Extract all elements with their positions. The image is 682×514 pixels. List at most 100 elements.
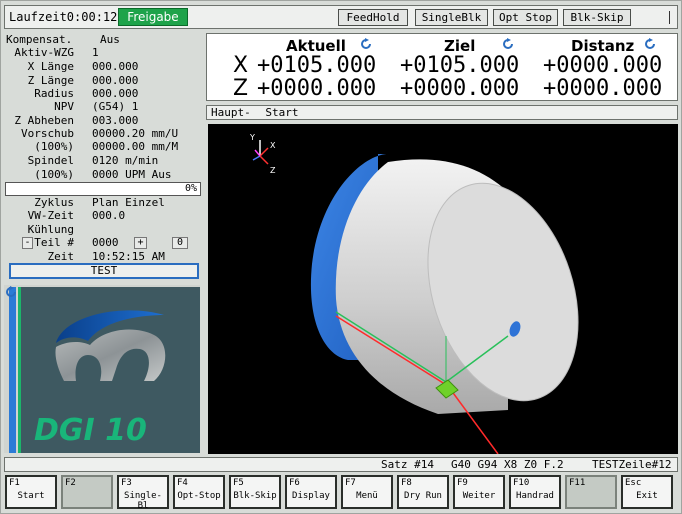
fkey-name: Weiter — [462, 491, 496, 501]
info-value: 10:52:15 AM — [92, 250, 165, 263]
fkey-f11[interactable]: F11 — [565, 475, 617, 509]
info-label: Kompensat. — [6, 33, 73, 46]
dro-axis-x: X — [233, 53, 249, 78]
refresh-icon[interactable] — [360, 38, 372, 53]
logo-panel: DGI 10 — [4, 285, 200, 453]
info-label: Zyklus — [34, 196, 74, 209]
info-row-x-length: X Länge 000.000 — [4, 60, 204, 73]
info-label: Aktiv-WZG — [14, 46, 74, 59]
test-button[interactable]: TEST — [9, 263, 199, 279]
fkey-label: Esc — [625, 478, 642, 488]
part-value: 0000 — [92, 236, 119, 249]
info-value: 000.000 — [92, 60, 139, 73]
refresh-icon[interactable] — [644, 38, 656, 53]
fkey-f6-display[interactable]: F6 Display — [285, 475, 337, 509]
info-row-cycle: Zyklus Plan Einzel — [4, 196, 204, 209]
runtime-label: Laufzeit0:00:12 — [9, 10, 118, 24]
dro-x-target: +0105.000 — [400, 53, 520, 78]
fkey-name: Dry Run — [404, 491, 442, 501]
status-block: Satz #14 — [381, 458, 434, 471]
fkey-label: F5 — [233, 478, 244, 488]
fkey-label: F10 — [513, 478, 530, 488]
part-plus-button[interactable]: + — [134, 237, 147, 249]
axis-triad: Y X Z — [249, 133, 276, 175]
info-label: Spindel — [27, 154, 74, 167]
fkey-f4-opt-stop[interactable]: F4 Opt-Stop — [173, 475, 225, 509]
info-row-npv: NPV (G54) 1 — [4, 100, 204, 113]
part-count-field[interactable]: 0 — [172, 237, 188, 249]
info-label: Vorschub — [21, 127, 74, 140]
fkey-label: F8 — [401, 478, 412, 488]
info-value: Aus — [100, 33, 120, 46]
info-row-compensation: Kompensat. Aus — [4, 33, 204, 46]
info-panel: Kompensat. Aus Aktiv-WZG 1 X Länge 000.0… — [4, 33, 204, 283]
progress-text: 0% — [184, 183, 197, 194]
fkey-f1-start[interactable]: F1 Start — [5, 475, 57, 509]
fkey-label: F7 — [345, 478, 356, 488]
fkey-label: F11 — [569, 478, 586, 488]
dgi-logo: DGI 10 — [9, 287, 200, 453]
fkey-label: F4 — [177, 478, 188, 488]
dro-panel: Aktuell Ziel Distanz X +0105.000 +0105.0… — [206, 33, 678, 101]
fkey-label: F9 — [457, 478, 468, 488]
program-state: Start — [265, 106, 299, 119]
toolpath-canvas: Y X Z — [249, 133, 579, 455]
info-label: (100%) — [34, 140, 74, 153]
dro-z-distance: +0000.000 — [543, 76, 663, 101]
fkey-name: Exit — [636, 491, 658, 501]
info-value: 1 — [92, 46, 99, 59]
info-label: Zeit — [47, 250, 75, 263]
info-label: NPV — [54, 100, 74, 113]
fkey-esc-exit[interactable]: Esc Exit — [621, 475, 673, 509]
info-row-z-length: Z Länge 000.000 — [4, 74, 204, 87]
status-program: TESTZeile#12 — [592, 458, 672, 471]
program-progress-bar: 0% — [5, 182, 201, 196]
info-row-feed: Vorschub 00000.20 mm/U — [4, 127, 204, 140]
axis-label-y: Y — [249, 133, 255, 142]
axis-label-z: Z — [270, 166, 276, 175]
dro-x-actual: +0105.000 — [257, 53, 377, 78]
info-value: 003.000 — [92, 114, 139, 127]
refresh-icon[interactable] — [5, 286, 17, 301]
fkey-name: Handrad — [516, 491, 554, 501]
fkey-f9-resume[interactable]: F9 Weiter — [453, 475, 505, 509]
fkey-name: Blk-Skip — [233, 491, 277, 501]
fkey-name: Start — [17, 491, 45, 501]
optstop-button[interactable]: Opt Stop — [493, 9, 558, 26]
info-value: 00000.20 mm/U — [92, 127, 179, 140]
fkey-f10-handwheel[interactable]: F10 Handrad — [509, 475, 561, 509]
part-counter-row: - Teil # 0000 + 0 — [4, 236, 204, 250]
fkey-name: Single-Bl — [124, 491, 162, 511]
fkey-name: Opt-Stop — [177, 491, 221, 501]
info-label: (100%) — [34, 168, 74, 181]
info-label: Kühlung — [27, 223, 74, 236]
enable-badge: Freigabe — [118, 8, 188, 26]
program-mode: Haupt- — [211, 106, 251, 119]
info-value: Plan Einzel — [92, 196, 165, 209]
fkey-name: Display — [292, 491, 330, 501]
info-row-tool: Aktiv-WZG 1 — [4, 46, 204, 59]
fkey-f5-blk-skip[interactable]: F5 Blk-Skip — [229, 475, 281, 509]
part-label: Teil # — [34, 236, 74, 249]
fkey-f2[interactable]: F2 — [61, 475, 113, 509]
refresh-icon[interactable] — [502, 38, 514, 53]
fkey-f8-dry-run[interactable]: F8 Dry Run — [397, 475, 449, 509]
toolpath-3d-view[interactable]: Y X Z — [208, 124, 678, 455]
feedhold-button[interactable]: FeedHold — [338, 9, 408, 26]
info-row-spindle: Spindel 0120 m/min — [4, 154, 204, 167]
info-label: VW-Zeit — [27, 209, 74, 222]
info-value: (G54) 1 — [92, 100, 139, 113]
fkey-f3-single-block[interactable]: F3 Single-Bl — [117, 475, 169, 511]
dro-x-distance: +0000.000 — [543, 53, 663, 78]
info-row-z-retract: Z Abheben 003.000 — [4, 114, 204, 127]
fkey-f7-menu[interactable]: F7 Menü — [341, 475, 393, 509]
fkey-name: Menü — [356, 491, 378, 501]
singleblk-button[interactable]: SingleBlk — [415, 9, 488, 26]
info-row-feed-override: (100%) 00000.00 mm/M — [4, 140, 204, 153]
status-line: Satz #14 G40 G94 X8 Z0 F.2 TESTZeile#12 — [4, 457, 678, 472]
dro-z-target: +0000.000 — [400, 76, 520, 101]
topbar-separator — [669, 11, 670, 24]
dro-z-actual: +0000.000 — [257, 76, 377, 101]
fkey-label: F2 — [65, 478, 76, 488]
blkskip-button[interactable]: Blk-Skip — [563, 9, 631, 26]
